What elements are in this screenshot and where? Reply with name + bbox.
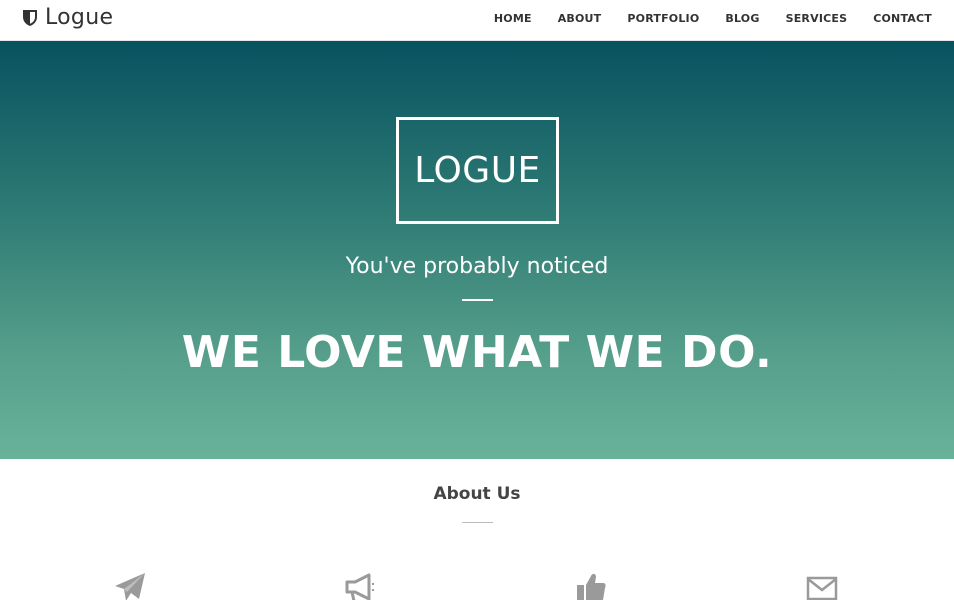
hero-logo-text: LOGUE: [414, 150, 541, 191]
about-divider: [462, 522, 493, 523]
brand-name: Logue: [45, 5, 114, 30]
hero-logo-box: LOGUE: [396, 117, 559, 224]
hero-headline: WE LOVE WHAT WE DO.: [181, 327, 773, 378]
envelope-icon: [805, 572, 839, 600]
about-title: About Us: [433, 484, 521, 504]
nav-portfolio[interactable]: PORTFOLIO: [627, 12, 699, 25]
hero-tagline: You've probably noticed: [345, 254, 609, 279]
nav-services[interactable]: SERVICES: [786, 12, 848, 25]
main-nav: HOME ABOUT PORTFOLIO BLOG SERVICES CONTA…: [494, 0, 932, 37]
hero-divider: [462, 299, 493, 301]
nav-blog[interactable]: BLOG: [725, 12, 759, 25]
hero-section: LOGUE You've probably noticed WE LOVE WH…: [0, 41, 954, 459]
nav-contact[interactable]: CONTACT: [873, 12, 932, 25]
navbar: Logue HOME ABOUT PORTFOLIO BLOG SERVICES…: [0, 0, 954, 41]
nav-about[interactable]: ABOUT: [558, 12, 602, 25]
shield-icon: [22, 9, 38, 27]
megaphone-icon: [343, 572, 377, 600]
brand-logo[interactable]: Logue: [22, 5, 113, 30]
thumbs-up-icon: [574, 572, 608, 600]
nav-home[interactable]: HOME: [494, 12, 532, 25]
paper-plane-icon: [113, 572, 147, 600]
